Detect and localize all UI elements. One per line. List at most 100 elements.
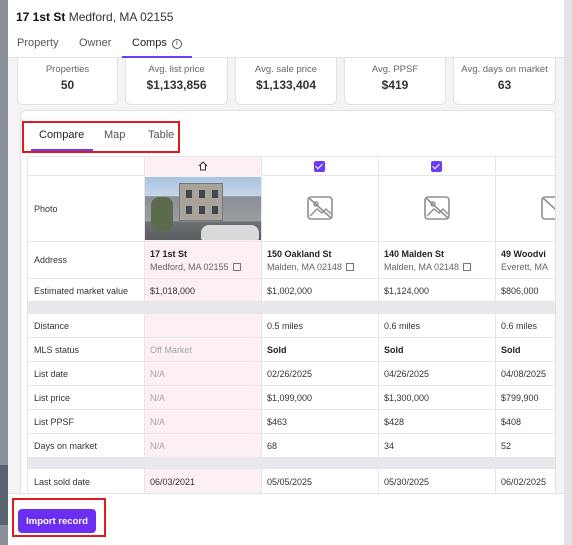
panel-footer: Import record xyxy=(8,493,572,545)
no-image-icon xyxy=(424,196,450,220)
column-divider xyxy=(378,469,379,493)
compare-grid: Photo Address 17 1st St Medford, MA 0215… xyxy=(27,156,555,493)
subject-property-photo[interactable] xyxy=(145,177,261,240)
column-divider xyxy=(261,314,262,337)
external-link-icon[interactable] xyxy=(232,263,241,271)
row-photo: Photo xyxy=(28,176,555,242)
column-divider xyxy=(261,176,262,241)
stat-label: Avg. sale price xyxy=(254,64,318,75)
cell-value: N/A xyxy=(150,417,166,427)
stat-avg-list-price: Avg. list price $1,133,856 xyxy=(125,58,228,105)
background-window-strip xyxy=(0,0,8,545)
row-label: Days on market xyxy=(34,441,98,451)
cell-value: $408 xyxy=(501,417,522,427)
column-divider xyxy=(378,362,379,385)
column-divider xyxy=(495,314,496,337)
row-estimated-value: Estimated market value $1,018,000 $1,002… xyxy=(28,279,555,302)
column-divider xyxy=(495,279,496,301)
row-label: Distance xyxy=(34,321,70,331)
row-list-price: List price N/A $1,099,000 $1,300,000 $79… xyxy=(28,386,555,410)
column-divider xyxy=(495,434,496,457)
address-city: Malden, MA 02148 xyxy=(384,262,472,272)
stat-value: 50 xyxy=(60,78,75,92)
address-city-text: Malden, MA 02148 xyxy=(384,262,460,272)
cell-value: 0.6 miles xyxy=(384,321,421,331)
tab-property[interactable]: Property xyxy=(17,37,59,49)
cell-value: $1,018,000 xyxy=(150,286,196,296)
comp-column-header xyxy=(495,157,555,176)
row-label: Photo xyxy=(34,204,58,214)
column-divider xyxy=(378,279,379,301)
column-divider xyxy=(378,386,379,409)
cell-value: $1,099,000 xyxy=(267,393,313,403)
tab-owner[interactable]: Owner xyxy=(79,37,111,49)
column-divider xyxy=(495,386,496,409)
address-street: 140 Malden St xyxy=(384,249,445,259)
highlight-box-view-tabs xyxy=(22,121,180,153)
column-divider xyxy=(378,410,379,433)
external-link-icon[interactable] xyxy=(463,263,472,271)
column-divider xyxy=(261,410,262,433)
row-label: List PPSF xyxy=(34,417,75,427)
row-label: MLS status xyxy=(34,345,80,355)
column-divider xyxy=(495,338,496,361)
cell-value: Off Market xyxy=(150,345,192,355)
info-icon[interactable]: i xyxy=(171,39,182,49)
photo-window xyxy=(186,190,192,198)
cell-value: 34 xyxy=(384,441,395,451)
grid-header-row xyxy=(28,156,555,176)
photo-window xyxy=(212,190,218,198)
address-street: 150 Oakland St xyxy=(267,249,332,259)
cell-value: Sold xyxy=(384,345,404,355)
row-label: List price xyxy=(34,393,71,403)
no-image-icon xyxy=(307,196,333,220)
column-divider xyxy=(261,338,262,361)
stat-value: $1,133,404 xyxy=(255,78,317,92)
select-comp-checkbox[interactable] xyxy=(314,161,325,172)
column-divider xyxy=(495,362,496,385)
row-distance: Distance 0.5 miles 0.6 miles 0.6 miles xyxy=(28,314,555,338)
column-divider xyxy=(378,242,379,278)
column-divider xyxy=(495,410,496,433)
external-link-icon[interactable] xyxy=(346,263,355,271)
header-city: Medford, MA 02155 xyxy=(68,10,174,24)
stats-summary: Properties 50 Avg. list price $1,133,856… xyxy=(8,58,564,106)
property-panel: 17 1st St Medford, MA 02155 Property Own… xyxy=(8,0,572,545)
highlight-box-import xyxy=(12,498,106,537)
address-city: Medford, MA 02155 xyxy=(150,262,241,272)
photo-window xyxy=(186,206,192,214)
stat-label: Properties xyxy=(45,64,90,75)
cell-value: 0.5 miles xyxy=(267,321,304,331)
cell-value: $1,124,000 xyxy=(384,286,430,296)
cell-value: 68 xyxy=(267,441,278,451)
stat-value: $419 xyxy=(381,78,409,92)
cell-value: N/A xyxy=(150,441,166,451)
header-street: 17 1st St xyxy=(16,10,66,24)
photo-house xyxy=(179,183,223,221)
cell-value: N/A xyxy=(150,369,166,379)
cell-value: $1,002,000 xyxy=(267,286,313,296)
photo-car xyxy=(201,225,259,240)
row-last-sold-date: Last sold date 06/03/2021 05/05/2025 05/… xyxy=(28,469,555,493)
cell-value: 06/03/2021 xyxy=(150,477,196,487)
cell-value: 04/26/2025 xyxy=(384,369,430,379)
row-mls-status: MLS status Off Market Sold Sold Sold xyxy=(28,338,555,362)
comp-column-header xyxy=(378,157,495,176)
row-days-on-market: Days on market N/A 68 34 52 xyxy=(28,434,555,458)
comps-scroll-area: Properties 50 Avg. list price $1,133,856… xyxy=(8,58,564,493)
column-divider xyxy=(495,242,496,278)
background-window-mark xyxy=(0,465,8,525)
address-city: Everett, MA xyxy=(501,262,549,272)
column-divider xyxy=(378,176,379,241)
window-edge xyxy=(564,0,572,545)
column-divider xyxy=(261,279,262,301)
comp-column-header xyxy=(261,157,378,176)
cell-value: 04/08/2025 xyxy=(501,369,547,379)
address-city-text: Malden, MA 02148 xyxy=(267,262,343,272)
row-list-date: List date N/A 02/26/2025 04/26/2025 04/0… xyxy=(28,362,555,386)
tab-comps[interactable]: Comps i xyxy=(132,37,182,49)
cell-value: Sold xyxy=(501,345,521,355)
row-label: Last sold date xyxy=(34,477,91,487)
stat-label: Avg. PPSF xyxy=(371,64,419,75)
select-comp-checkbox[interactable] xyxy=(431,161,442,172)
